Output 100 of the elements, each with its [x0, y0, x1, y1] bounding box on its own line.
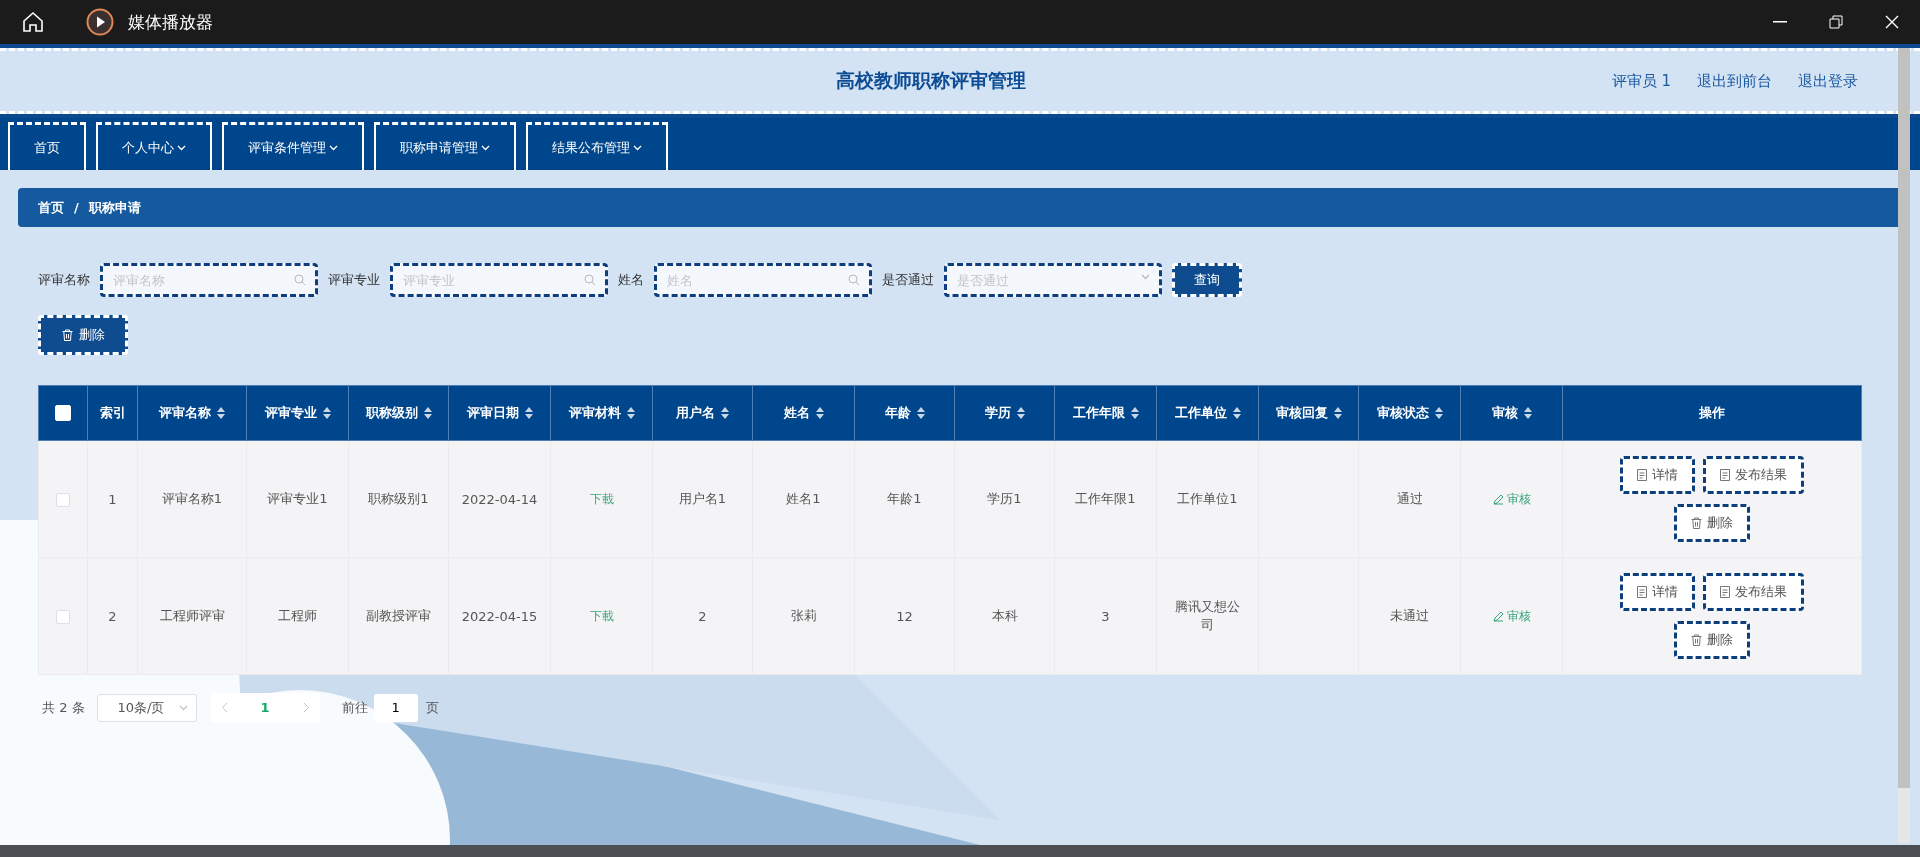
table-cell: 工程师: [278, 607, 317, 625]
table-cell: 评审专业1: [267, 490, 328, 508]
search-icon: [294, 274, 306, 286]
column-header[interactable]: 用户名: [676, 404, 715, 422]
table-cell: 2022-04-15: [461, 608, 538, 624]
table-cell: 2: [698, 608, 707, 624]
action-button[interactable]: 详情: [1620, 573, 1695, 611]
delete-button[interactable]: 删除: [38, 315, 128, 355]
header-link[interactable]: 退出到前台: [1697, 71, 1772, 91]
window-title: 媒体播放器: [128, 10, 213, 34]
breadcrumb-item[interactable]: 首页: [38, 198, 64, 217]
nav-tab[interactable]: 职称申请管理: [374, 122, 516, 170]
query-button[interactable]: 查询: [1172, 263, 1242, 297]
sort-icon[interactable]: [1523, 407, 1532, 419]
sort-icon[interactable]: [524, 407, 533, 419]
sort-icon[interactable]: [1333, 407, 1342, 419]
document-icon: [1720, 469, 1730, 481]
select-all-checkbox[interactable]: [55, 405, 71, 422]
table-cell: 学历1: [987, 490, 1022, 508]
restore-icon[interactable]: [1829, 15, 1843, 29]
action-button[interactable]: 详情: [1620, 456, 1695, 494]
total-count: 共 2 条: [42, 698, 85, 717]
sort-icon[interactable]: [626, 407, 635, 419]
sort-icon[interactable]: [217, 407, 225, 419]
close-icon[interactable]: [1885, 15, 1899, 29]
scrollbar[interactable]: [1898, 48, 1910, 843]
column-header: 索引: [99, 404, 126, 422]
column-header[interactable]: 审核状态: [1376, 404, 1429, 422]
breadcrumb-separator: /: [74, 200, 79, 215]
play-icon: [86, 8, 114, 36]
table-cell: 张莉: [790, 607, 817, 625]
sort-icon[interactable]: [322, 407, 331, 419]
table-cell: 未通过: [1390, 607, 1429, 625]
chevron-down-icon: [177, 144, 186, 151]
sort-icon[interactable]: [423, 407, 432, 419]
trash-icon: [1691, 634, 1702, 646]
sort-icon[interactable]: [1016, 407, 1025, 419]
action-button[interactable]: 发布结果: [1703, 456, 1804, 494]
document-icon: [1720, 586, 1730, 598]
search-icon: [584, 274, 596, 286]
nav-tab[interactable]: 个人中心: [96, 122, 212, 170]
table-cell: 工作单位1: [1177, 490, 1238, 508]
column-header[interactable]: 评审专业: [264, 404, 317, 422]
delete-button[interactable]: 删除: [1674, 621, 1750, 659]
nav-tab[interactable]: 结果公布管理: [526, 122, 668, 170]
pencil-icon: [1492, 493, 1504, 505]
table-cell: 2: [108, 608, 117, 624]
document-icon: [1637, 469, 1647, 481]
sort-icon[interactable]: [916, 407, 925, 419]
chevron-down-icon: [633, 144, 642, 151]
column-header[interactable]: 工作年限: [1072, 404, 1125, 422]
table-cell: 2022-04-14: [461, 491, 538, 507]
column-header[interactable]: 年龄: [884, 404, 911, 422]
table-cell: 职称级别1: [368, 490, 429, 508]
table-cell: 1: [108, 491, 117, 507]
chevron-down-icon: [1141, 274, 1150, 280]
table-cell: 腾讯又想公司: [1174, 598, 1241, 634]
column-header[interactable]: 评审材料: [568, 404, 621, 422]
column-header[interactable]: 审核: [1491, 404, 1518, 422]
column-header[interactable]: 工作单位: [1174, 404, 1227, 422]
nav-tab[interactable]: 首页: [8, 122, 86, 170]
sort-icon[interactable]: [815, 407, 824, 419]
filter-label: 是否通过: [882, 271, 934, 289]
row-checkbox[interactable]: [56, 492, 70, 507]
header-link[interactable]: 退出登录: [1798, 71, 1858, 91]
site-title: 高校教师职称评审管理: [835, 69, 1026, 91]
action-button[interactable]: 发布结果: [1703, 573, 1804, 611]
filter-label: 姓名: [618, 271, 644, 289]
table-cell: 工作年限1: [1075, 490, 1136, 508]
sort-icon[interactable]: [1232, 407, 1241, 419]
sort-icon[interactable]: [1434, 407, 1443, 419]
delete-button[interactable]: 删除: [1674, 504, 1750, 542]
nav-tab[interactable]: 评审条件管理: [222, 122, 364, 170]
column-header: 操作: [1699, 404, 1725, 422]
sort-icon[interactable]: [1130, 407, 1139, 419]
column-header[interactable]: 学历: [984, 404, 1011, 422]
column-header[interactable]: 姓名: [783, 404, 810, 422]
table-cell: 姓名1: [786, 490, 821, 508]
column-header[interactable]: 职称级别: [365, 404, 418, 422]
table-cell: 副教授评审: [366, 607, 431, 625]
column-header[interactable]: 审核回复: [1275, 404, 1328, 422]
home-icon[interactable]: [22, 11, 44, 33]
breadcrumb-item[interactable]: 职称申请: [88, 198, 141, 217]
chevron-down-icon: [329, 144, 338, 151]
filter-label: 评审专业: [328, 271, 380, 289]
pencil-icon: [1492, 610, 1504, 622]
chevron-down-icon: [178, 704, 188, 711]
column-header[interactable]: 评审名称: [159, 404, 211, 422]
table-cell: 工程师评审: [159, 607, 225, 625]
page-size-select[interactable]: 10条/页: [96, 693, 197, 722]
row-checkbox[interactable]: [56, 609, 70, 624]
header-link[interactable]: 评审员 1: [1611, 71, 1671, 91]
minimize-icon[interactable]: [1773, 21, 1787, 23]
sort-icon[interactable]: [721, 407, 729, 419]
table-cell: 12: [896, 608, 913, 624]
table-cell: 本科: [991, 607, 1018, 625]
table-cell: 用户名1: [678, 490, 727, 508]
chevron-down-icon: [481, 144, 490, 151]
column-header[interactable]: 评审日期: [466, 404, 519, 422]
goto-label: 前往: [341, 698, 368, 717]
